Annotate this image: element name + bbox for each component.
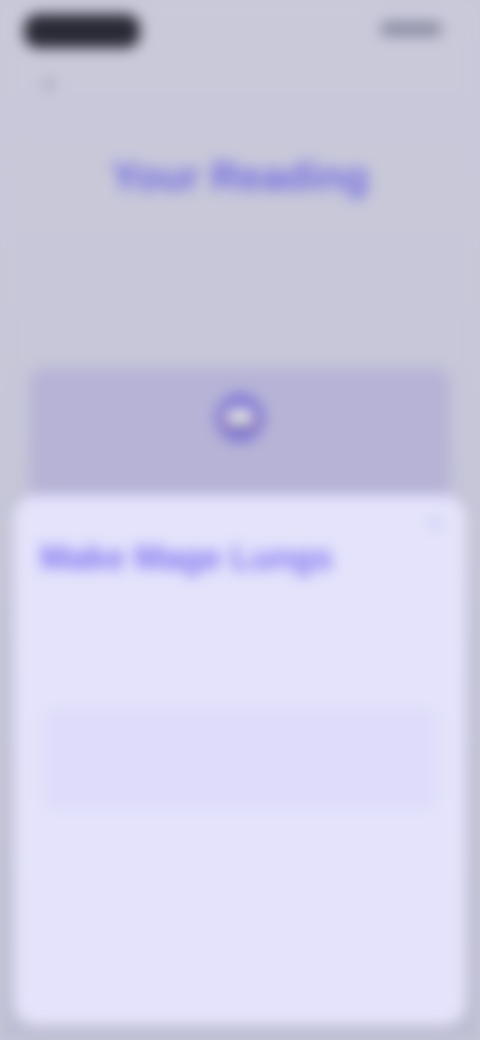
page-title: Your Reading — [111, 155, 369, 199]
close-icon[interactable]: × — [422, 511, 448, 537]
book-icon: 📖 — [216, 394, 264, 442]
sheet-title: Make Mage Lungs — [40, 539, 333, 577]
status-time — [24, 14, 140, 48]
sheet-text-input[interactable] — [44, 709, 436, 809]
bottom-sheet: × Make Mage Lungs — [14, 495, 466, 1025]
status-icons — [380, 22, 442, 36]
back-button[interactable]: ‹ — [34, 68, 64, 98]
